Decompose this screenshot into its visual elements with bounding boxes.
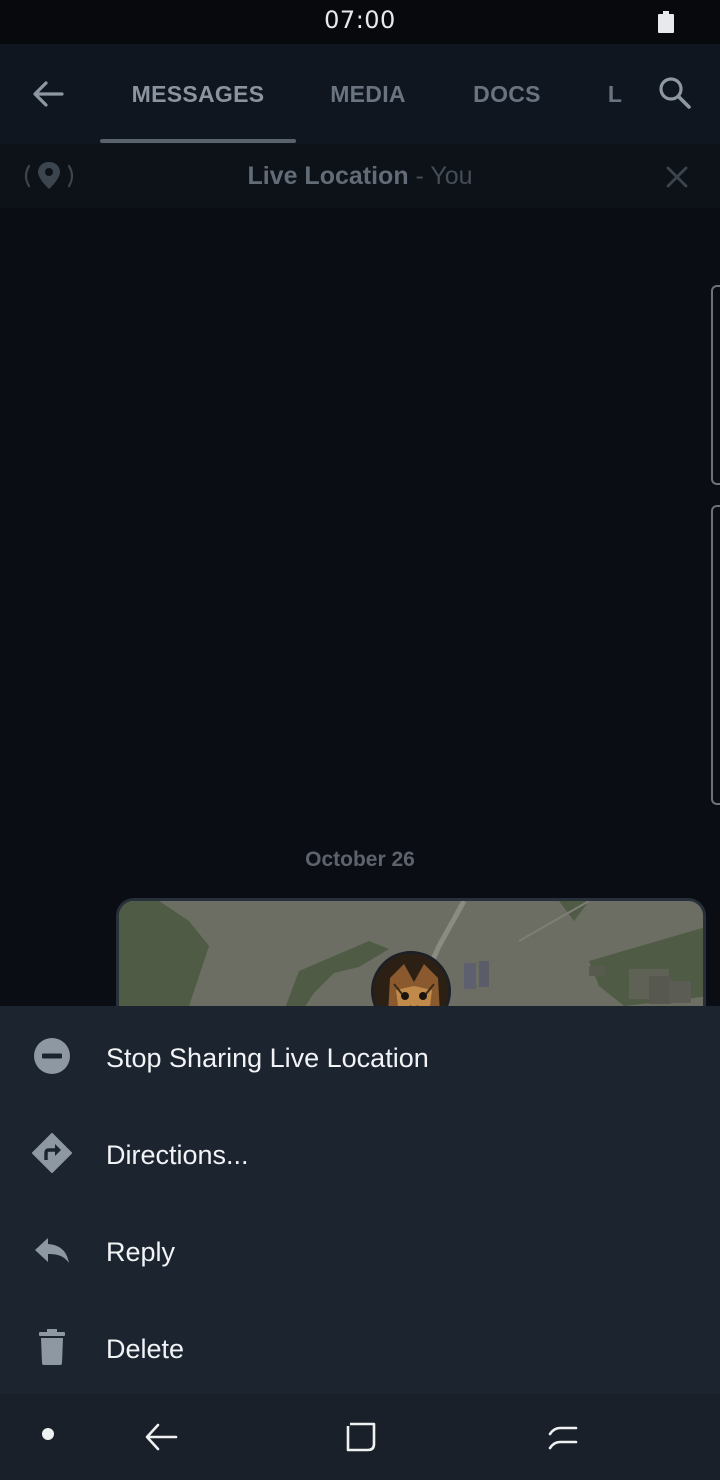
active-tab-indicator (100, 139, 296, 143)
search-icon[interactable] (656, 74, 694, 112)
menu-item-label: Directions... (106, 1140, 249, 1170)
menu-item-label: Delete (106, 1334, 185, 1364)
status-time: 07:00 (324, 6, 396, 34)
toolbar: MESSAGES MEDIA DOCS L (0, 44, 720, 144)
tab-links[interactable]: L (600, 44, 630, 144)
tab-messages[interactable]: MESSAGES (100, 44, 296, 144)
system-nav-bar (0, 1394, 720, 1480)
nav-home-icon[interactable] (342, 1418, 380, 1456)
menu-item-directions[interactable]: Directions... (0, 1105, 720, 1202)
directions-icon (32, 1133, 72, 1173)
trash-icon (32, 1327, 72, 1367)
scroll-indicator[interactable] (711, 505, 720, 805)
menu-item-stop-sharing[interactable]: Stop Sharing Live Location (0, 1008, 720, 1105)
close-icon[interactable] (662, 162, 692, 192)
date-divider: October 26 (305, 848, 415, 871)
tab-media[interactable]: MEDIA (306, 44, 430, 144)
live-location-subtitle: - You (408, 162, 473, 190)
tab-docs[interactable]: DOCS (452, 44, 562, 144)
tab-strip: MESSAGES MEDIA DOCS L (100, 44, 640, 144)
scroll-indicator[interactable] (711, 285, 720, 485)
menu-item-label: Reply (106, 1237, 176, 1267)
menu-item-reply[interactable]: Reply (0, 1202, 720, 1299)
context-menu-sheet: Stop Sharing Live Location Directions...… (0, 1006, 720, 1394)
menu-item-label: Stop Sharing Live Location (106, 1043, 429, 1073)
stop-sharing-icon (32, 1036, 72, 1076)
app-screen: 07:00 MESSAGES MEDIA DOCS L Live Locatio… (0, 0, 720, 1480)
status-bar: 07:00 (0, 0, 720, 44)
live-location-text: Live Location - You (0, 144, 720, 208)
nav-dot-icon[interactable] (42, 1428, 54, 1440)
live-location-title: Live Location (247, 162, 409, 190)
nav-recents-icon[interactable] (544, 1418, 582, 1456)
menu-item-delete[interactable]: Delete (0, 1299, 720, 1396)
live-location-bar[interactable]: Live Location - You (0, 144, 720, 208)
back-arrow-icon[interactable] (28, 74, 68, 114)
battery-icon (658, 11, 674, 33)
reply-icon (32, 1230, 72, 1270)
nav-back-icon[interactable] (142, 1418, 180, 1456)
